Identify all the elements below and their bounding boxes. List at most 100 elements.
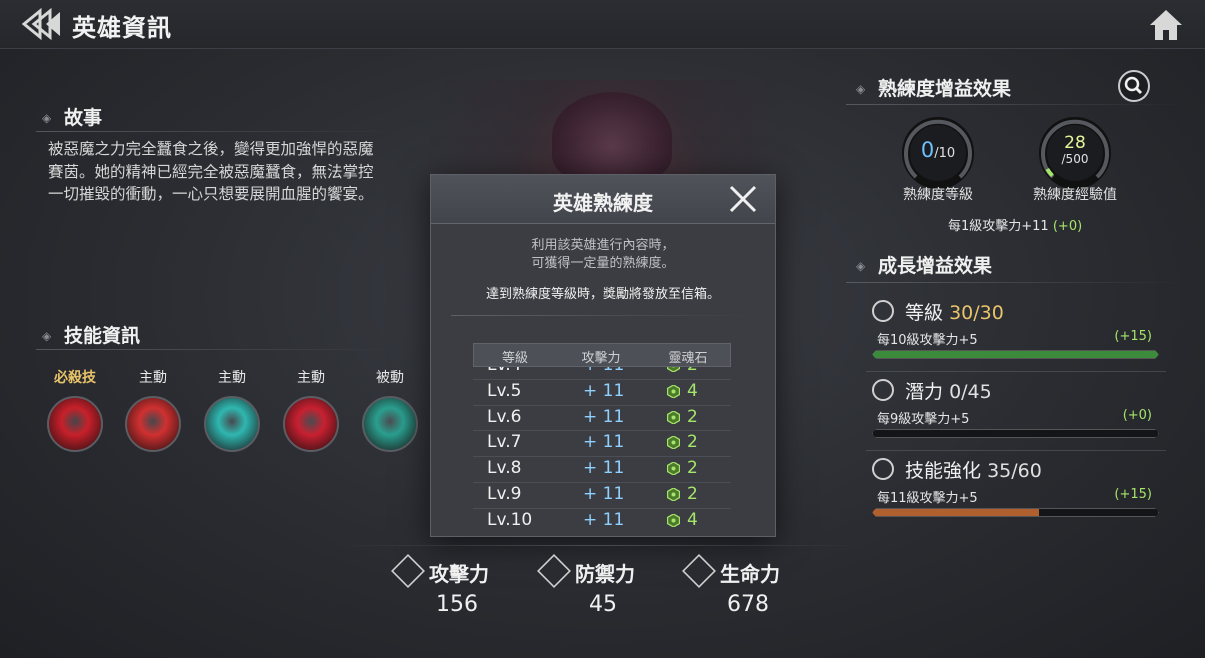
stat-label: 攻擊力 (429, 562, 489, 586)
row-attack: + 11 (583, 432, 625, 453)
close-icon[interactable] (727, 183, 759, 215)
mastery-heading: ◈ 熟練度增益效果 (856, 78, 1012, 100)
search-button[interactable] (1118, 70, 1150, 102)
shield-icon (537, 554, 571, 588)
growth-item-delta: (+15) (1114, 329, 1152, 344)
row-level: Lv.4 (487, 367, 521, 375)
growth-item-delta: (+0) (1122, 408, 1152, 423)
mastery-level-value: 0/10 (920, 138, 956, 162)
modal-note: 達到熟練度等級時，獎勵將發放至信箱。 (485, 287, 720, 302)
stat-value: 156 (436, 592, 478, 617)
mastery-level-label: 熟練度等級 (903, 187, 973, 203)
story-divider (36, 131, 396, 132)
growth-heading: ◈ 成長增益效果 (856, 255, 993, 277)
row-level: Lv.8 (487, 458, 522, 479)
table-row: Lv.8 + 11 2 (473, 456, 731, 483)
stat-label: 防禦力 (575, 562, 635, 586)
skill-type-label: 必殺技 (54, 370, 96, 386)
sword-icon (391, 554, 425, 588)
growth-progress-bar (872, 429, 1159, 438)
diamond-bullet-icon: ◈ (856, 82, 866, 96)
flame-icon (872, 379, 894, 401)
story-text: 被惡魔之力完全蠶食之後，變得更加強悍的惡魔賽茵。她的精神已經完全被惡魔蠶食，無法… (48, 140, 374, 203)
mastery-modal: 英雄熟練度 利用該英雄進行內容時， 可獲得一定量的熟練度。 達到熟練度等級時，獎… (430, 174, 776, 537)
table-header: 等級 攻擊力 靈魂石 (473, 343, 731, 367)
skill-icon[interactable] (204, 396, 260, 452)
modal-description: 利用該英雄進行內容時， 可獲得一定量的熟練度。 (431, 237, 775, 273)
row-soulstone-count: 2 (687, 458, 698, 479)
row-soulstone-count: 4 (687, 509, 698, 530)
back-arrow-icon[interactable] (22, 8, 62, 40)
growth-divider (866, 450, 1166, 451)
table-row: Lv.9 + 11 2 (473, 482, 731, 509)
skills-divider (36, 349, 396, 350)
row-level: Lv.5 (487, 380, 522, 401)
mastery-exp-value: 28 /500 (1061, 133, 1089, 167)
skill-type-label: 主動 (218, 370, 246, 386)
stat-value: 678 (727, 592, 769, 617)
table-row: Lv.5 + 11 4 (473, 379, 731, 406)
stats-divider (330, 545, 870, 546)
row-level: Lv.6 (487, 406, 522, 427)
mastery-bonus: 每1級攻擊力+11 (+0) (948, 219, 1083, 234)
modal-description-line: 可獲得一定量的熟練度。 (531, 256, 675, 271)
heart-icon (682, 554, 716, 588)
row-soulstone-count: 4 (687, 380, 698, 401)
growth-item-bonus: 每9級攻擊力+5 (877, 412, 970, 427)
skill-type-label: 主動 (297, 370, 325, 386)
table-row: Lv.7 + 11 2 (473, 430, 731, 458)
story-heading: ◈ 故事 (42, 107, 103, 129)
diamond-bullet-icon: ◈ (42, 329, 52, 343)
skill-upgrade-icon (872, 458, 894, 480)
growth-progress-fill (873, 509, 1039, 516)
magnifier-icon (1124, 76, 1143, 95)
helmet-icon (872, 300, 894, 322)
growth-divider (866, 371, 1166, 372)
soulstone-icon (667, 367, 680, 372)
top-bar (0, 0, 1205, 49)
skill-icon[interactable] (47, 396, 103, 452)
soulstone-icon (667, 436, 680, 450)
row-attack: + 11 (583, 367, 624, 375)
row-level: Lv.10 (487, 509, 533, 530)
growth-item-bonus: 每10級攻擊力+5 (877, 333, 978, 348)
row-soulstone-count: 2 (687, 367, 698, 375)
reward-table[interactable]: Lv.4+ 112Lv.5+ 114Lv.6+ 112Lv.7+ 112Lv.8… (473, 367, 731, 533)
soulstone-icon (667, 488, 680, 501)
growth-item-name: 潛力 0/45 (905, 381, 992, 403)
row-attack: + 11 (583, 406, 625, 427)
diamond-bullet-icon: ◈ (856, 259, 866, 273)
skill-icon[interactable] (125, 396, 181, 452)
soulstone-icon (667, 513, 680, 527)
mastery-exp-label: 熟練度經驗值 (1033, 187, 1117, 203)
row-soulstone-count: 2 (687, 406, 698, 427)
row-level: Lv.7 (487, 432, 522, 453)
growth-item-name: 技能強化 35/60 (905, 460, 1042, 482)
skill-type-label: 被動 (376, 370, 404, 386)
skill-type-label: 主動 (139, 370, 167, 386)
soulstone-icon (667, 462, 680, 476)
growth-progress-bar (872, 350, 1159, 359)
modal-description-line: 利用該英雄進行內容時， (531, 238, 675, 253)
diamond-bullet-icon: ◈ (42, 111, 52, 125)
stat-value: 45 (589, 592, 617, 617)
skill-icon[interactable] (283, 396, 339, 452)
hero-portrait (552, 92, 672, 182)
row-attack: + 11 (583, 484, 625, 504)
soulstone-icon (667, 410, 680, 424)
row-soulstone-count: 2 (687, 432, 698, 453)
column-header-attack: 攻擊力 (581, 351, 621, 366)
soulstone-icon (667, 384, 680, 398)
row-attack: + 11 (583, 509, 625, 530)
row-attack: + 11 (583, 458, 625, 479)
growth-item-name: 等級 30/30 (905, 302, 1004, 324)
skill-icon[interactable] (362, 396, 418, 452)
modal-title: 英雄熟練度 (553, 191, 653, 215)
column-header-level: 等級 (501, 351, 528, 366)
skills-heading: ◈ 技能資訊 (42, 325, 141, 347)
stat-label: 生命力 (720, 562, 780, 586)
growth-progress-bar (872, 508, 1159, 517)
growth-divider (846, 282, 1186, 283)
growth-item-bonus: 每11級攻擊力+5 (877, 491, 978, 506)
home-icon[interactable] (1148, 8, 1184, 42)
